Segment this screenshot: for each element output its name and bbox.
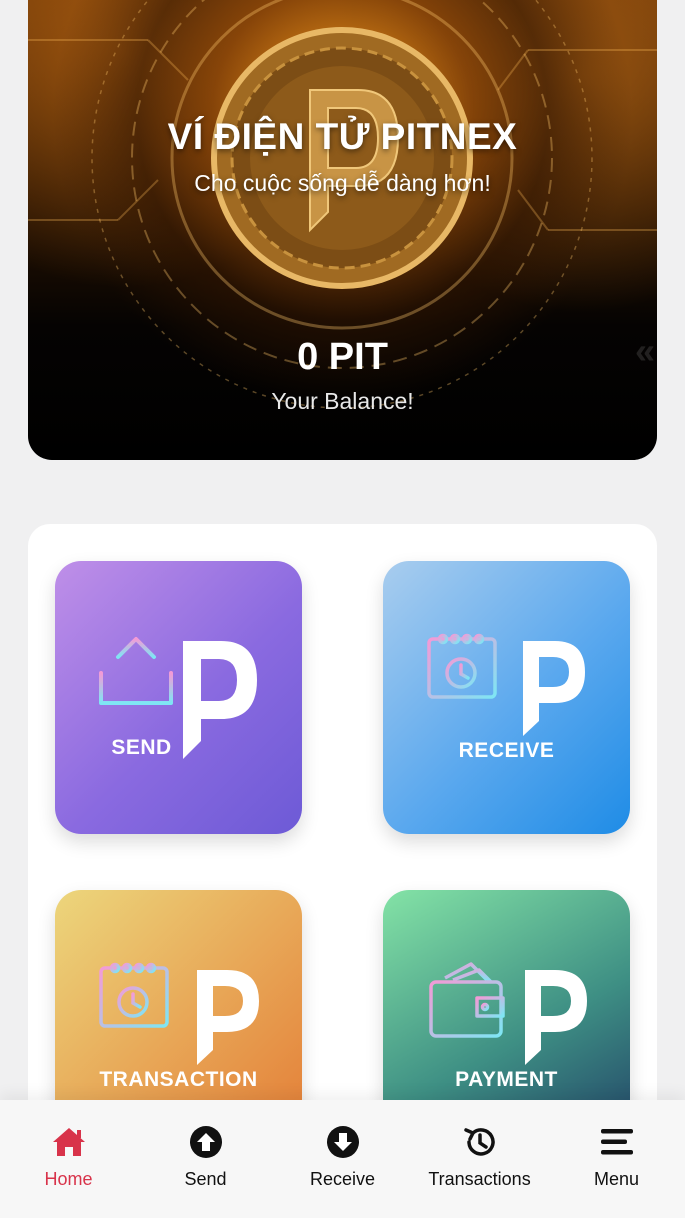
wallet-home-screen: VÍ ĐIỆN TỬ PITNEX Cho cuộc sống dễ dàng … xyxy=(0,0,685,1218)
upload-icon xyxy=(99,637,257,759)
balance-label: Your Balance! xyxy=(271,388,414,414)
receive-label: RECEIVE xyxy=(458,739,555,762)
nav-receive-label: Receive xyxy=(309,1169,376,1189)
nav-transactions-label: Transactions xyxy=(428,1169,531,1189)
balance-hero: VÍ ĐIỆN TỬ PITNEX Cho cuộc sống dễ dàng … xyxy=(28,0,657,460)
arrow-up-circle-icon xyxy=(189,1126,222,1158)
nav-home-label: Home xyxy=(44,1169,93,1189)
payment-label: PAYMENT xyxy=(455,1068,558,1091)
menu-icon xyxy=(600,1129,633,1155)
nav-transactions[interactable]: Transactions xyxy=(411,1100,548,1218)
send-label: SEND xyxy=(111,736,172,759)
nav-send-label: Send xyxy=(184,1169,227,1189)
transaction-label: TRANSACTION xyxy=(99,1068,258,1091)
send-tile[interactable]: SEND xyxy=(55,561,302,834)
nav-home[interactable]: Home xyxy=(0,1100,137,1218)
chevron-left-icon: « xyxy=(634,330,655,371)
nav-receive[interactable]: Receive xyxy=(274,1100,411,1218)
arrow-down-circle-icon xyxy=(326,1126,359,1158)
home-icon xyxy=(52,1128,85,1156)
history-icon xyxy=(463,1128,495,1156)
receive-tile[interactable]: RECEIVE xyxy=(383,561,630,834)
balance-amount: 0 PIT xyxy=(297,336,388,378)
nav-menu-label: Menu xyxy=(593,1169,640,1189)
page-subtitle: Cho cuộc sống dễ dàng hơn! xyxy=(194,170,491,196)
bottom-navigation: Home Send Receive Transactions Menu xyxy=(0,1100,685,1218)
nav-menu[interactable]: Menu xyxy=(548,1100,685,1218)
calendar-clock-icon xyxy=(427,633,585,736)
page-title: VÍ ĐIỆN TỬ PITNEX xyxy=(167,116,518,157)
nav-send[interactable]: Send xyxy=(137,1100,274,1218)
